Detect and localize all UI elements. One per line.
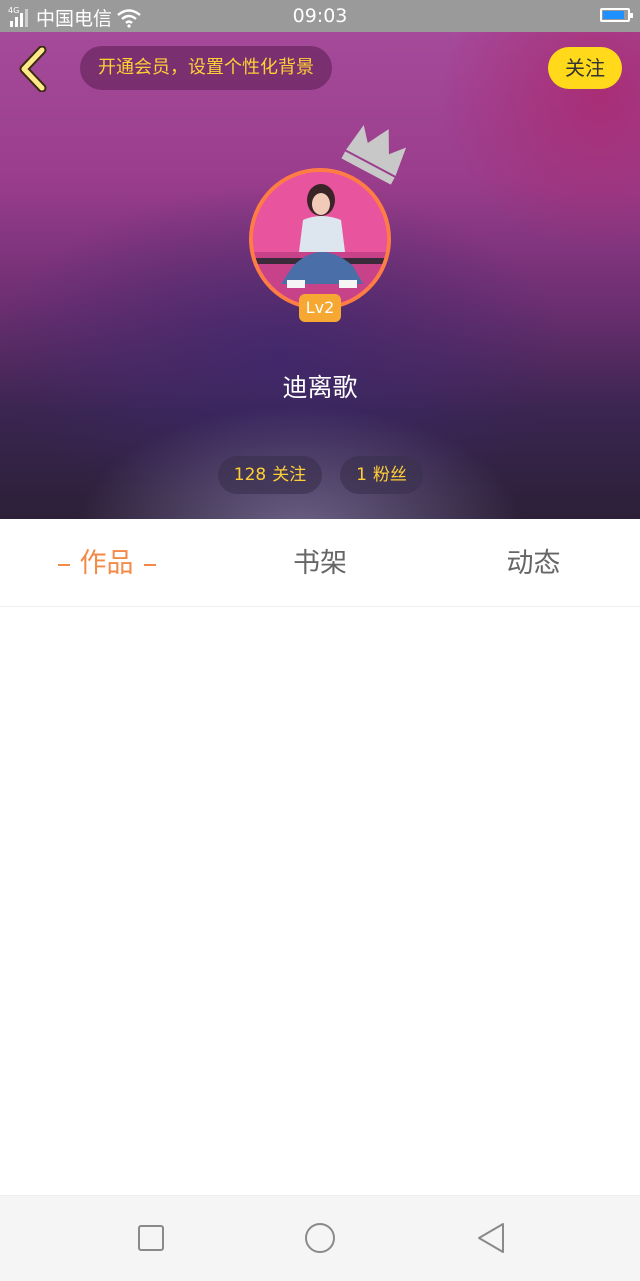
circle-icon	[305, 1223, 335, 1253]
fans-label: 粉丝	[372, 465, 407, 485]
system-nav-bar	[0, 1195, 640, 1281]
tab-activity[interactable]: 动态	[427, 519, 640, 606]
fans-count: 1	[356, 465, 367, 485]
tab-active-dash-right	[143, 563, 156, 566]
back-button[interactable]	[14, 45, 54, 93]
tab-works-label: 作品	[79, 548, 134, 579]
following-count: 128	[233, 465, 267, 485]
username: 迪离歌	[282, 373, 358, 402]
follow-button[interactable]: 关注	[548, 47, 622, 89]
tab-activity-label: 动态	[506, 548, 561, 579]
tab-content-area	[0, 607, 640, 1195]
chevron-left-icon	[19, 45, 47, 93]
fans-stat[interactable]: 1 粉丝	[340, 456, 423, 494]
square-icon	[138, 1225, 164, 1251]
battery-icon	[600, 8, 633, 22]
battery-level-fill	[603, 11, 625, 19]
avatar[interactable]	[249, 168, 391, 310]
tab-active-dash-left	[57, 563, 70, 566]
tab-works[interactable]: 作品	[0, 519, 213, 606]
tab-bookshelf-label: 书架	[293, 548, 347, 579]
nav-back-button[interactable]	[471, 1218, 511, 1258]
following-stat[interactable]: 128 关注	[218, 456, 322, 494]
triangle-back-icon	[478, 1223, 504, 1253]
level-badge: Lv2	[299, 294, 341, 322]
profile-tabs: 作品 书架 动态	[0, 519, 640, 607]
status-time: 09:03	[292, 5, 348, 27]
recent-apps-button[interactable]	[131, 1218, 171, 1258]
home-button[interactable]	[300, 1218, 340, 1258]
profile-header: 开通会员，设置个性化背景 关注 Lv2 迪离歌 128 关注 1 粉丝	[0, 32, 640, 519]
tab-bookshelf[interactable]: 书架	[213, 519, 427, 606]
avatar-photo	[253, 172, 387, 306]
status-bar: 4G 中国电信 09:03	[0, 0, 640, 32]
vip-promo-banner[interactable]: 开通会员，设置个性化背景	[80, 46, 332, 90]
following-label: 关注	[272, 465, 307, 485]
